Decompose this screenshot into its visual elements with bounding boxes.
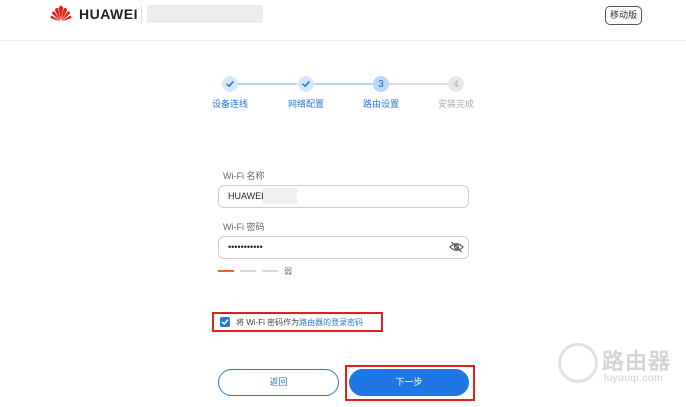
header-divider <box>141 6 142 24</box>
watermark-text: 路由器 <box>602 349 672 374</box>
step-connector <box>238 83 297 85</box>
checkbox-label-prefix: 将 Wi-Fi 密码作为 <box>236 317 300 327</box>
step-connector <box>389 83 448 85</box>
setup-stepper: 3 4 设备连线 网络配置 路由设置 安装完成 <box>205 75 485 115</box>
eye-slash-icon[interactable] <box>449 241 464 253</box>
strength-bar-1 <box>218 270 234 272</box>
device-name-redacted <box>147 5 263 23</box>
ssid-redacted-suffix <box>263 188 297 204</box>
ssid-input[interactable]: HUAWEI <box>218 185 469 208</box>
mobile-version-button[interactable]: 移动版 <box>605 6 642 25</box>
step-4-number: 4 <box>448 76 464 92</box>
site-watermark: 路由器 luyouqi.com <box>558 340 686 396</box>
brand-name: HUAWEI <box>79 5 138 22</box>
password-input[interactable]: ••••••••••• <box>218 236 469 259</box>
step-4-label: 安装完成 <box>438 99 475 109</box>
back-button[interactable]: 返回 <box>218 369 339 396</box>
huawei-flower-icon <box>50 5 72 22</box>
step-3-label: 路由设置 <box>363 99 400 109</box>
password-label: Wi-Fi 密码 <box>223 222 265 232</box>
huawei-logo: HUAWEI <box>50 5 138 22</box>
use-wifi-password-as-login-option[interactable]: 将 Wi-Fi 密码作为路由器的登录密码 <box>212 312 383 332</box>
checkbox-label-link[interactable]: 路由器的登录密码 <box>299 318 363 327</box>
watermark-url: luyouqi.com <box>604 373 663 384</box>
step-3-number: 3 <box>373 76 389 92</box>
top-header: HUAWEI 移动版 <box>0 0 686 41</box>
strength-bar-2 <box>240 270 256 272</box>
use-as-login-checkbox[interactable] <box>220 317 230 327</box>
watermark-router-icon <box>558 343 598 383</box>
checkmark-icon <box>221 319 229 325</box>
step-2-check-icon <box>298 76 314 92</box>
step-1-label: 设备连线 <box>212 99 249 109</box>
step-connector <box>314 83 373 85</box>
password-strength-label: 弱 <box>284 267 292 276</box>
checkbox-label: 将 Wi-Fi 密码作为路由器的登录密码 <box>236 317 363 328</box>
step-1-check-icon <box>222 76 238 92</box>
ssid-label: Wi-Fi 名称 <box>223 171 265 181</box>
step-2-label: 网络配置 <box>288 99 325 109</box>
next-button[interactable]: 下一步 <box>349 369 469 396</box>
strength-bar-3 <box>262 270 278 272</box>
